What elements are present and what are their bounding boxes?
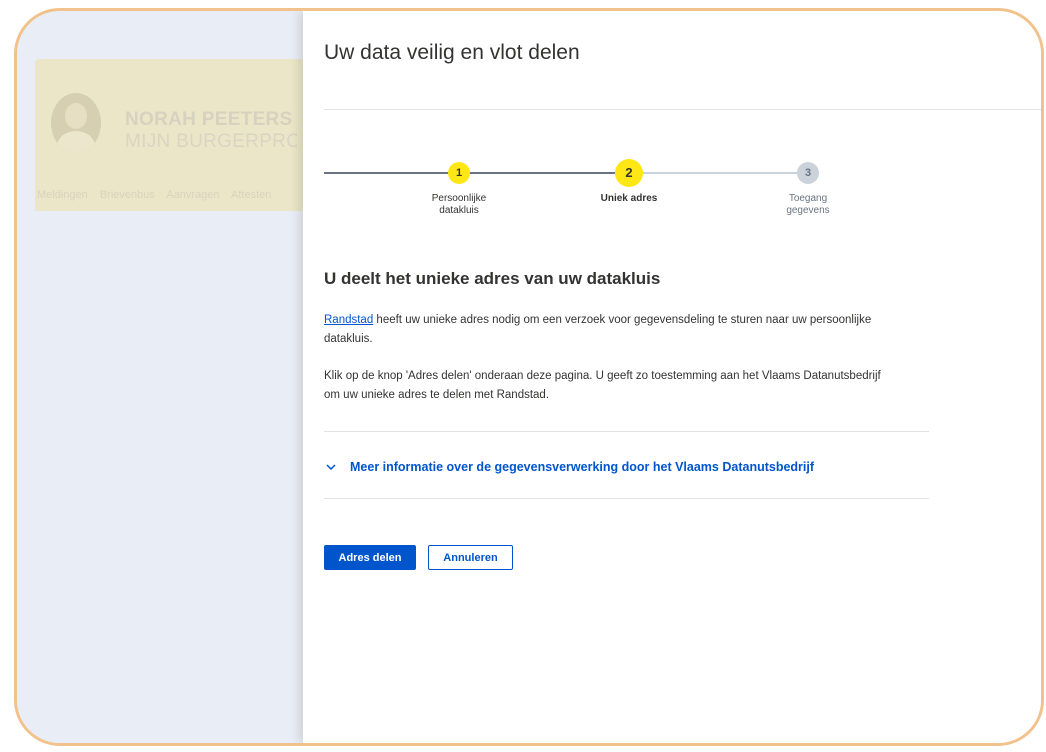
screenshot-frame: NORAH PEETERS MIJN BURGERPROFIEL Melding… [14, 8, 1044, 746]
title-divider [324, 109, 1041, 110]
step-2-label-line1: Uniek adres [600, 193, 658, 204]
step-3-label: Toegang gegevens [758, 193, 858, 217]
step-connector [324, 172, 449, 174]
step-1-label-line1: Persoonlijke [431, 193, 487, 204]
profile-nav: Meldingen Brievenbus Aanvragen Attesten [37, 189, 305, 201]
step-1-label: Persoonlijke datakluis [409, 193, 509, 217]
progress-stepper: 1 2 3 Persoonlijke datakluis Uniek adres… [324, 159, 854, 239]
step-connector [468, 172, 616, 174]
background-page: NORAH PEETERS MIJN BURGERPROFIEL Melding… [17, 11, 307, 743]
more-info-accordion[interactable]: Meer informatie over de gegevensverwerki… [324, 457, 814, 477]
section-heading: U deelt het unieke adres van uw dataklui… [324, 269, 661, 288]
step-1-indicator: 1 [448, 162, 470, 184]
step-3-label-line2: gegevens [786, 205, 830, 216]
chevron-down-icon [326, 464, 336, 471]
page-title: Uw data veilig en vlot delen [324, 41, 580, 64]
cancel-button[interactable]: Annuleren [428, 545, 513, 570]
intro-paragraph-text: heeft uw unieke adres nodig om een verzo… [324, 314, 872, 345]
instruction-paragraph: Klik op de knop 'Adres delen' onderaan d… [324, 370, 881, 401]
step-2-indicator: 2 [615, 159, 643, 187]
share-address-button[interactable]: Adres delen [324, 545, 416, 570]
share-data-panel: Uw data veilig en vlot delen 1 2 3 Perso… [303, 11, 1041, 743]
profile-name: NORAH PEETERS [125, 109, 293, 130]
nav-item-meldingen: Meldingen [37, 189, 88, 201]
step-1-label-line2: datakluis [439, 205, 479, 216]
profile-subtitle: MIJN BURGERPROFIEL [125, 131, 297, 152]
step-connector [637, 172, 811, 174]
nav-item-aanvragen: Aanvragen [166, 189, 220, 201]
nav-item-brievenbus: Brievenbus [99, 189, 155, 201]
step-3-indicator: 3 [797, 162, 819, 184]
intro-paragraph: Randstad heeft uw unieke adres nodig om … [324, 311, 884, 349]
accordion-top-divider [324, 431, 929, 432]
step-3-label-line1: Toegang [788, 193, 828, 204]
randstad-link[interactable]: Randstad [324, 314, 373, 326]
step-2-label: Uniek adres [579, 193, 679, 205]
accordion-bottom-divider [324, 498, 929, 499]
nav-item-attesten: Attesten [231, 189, 272, 201]
accordion-label: Meer informatie over de gegevensverwerki… [350, 460, 815, 474]
avatar [51, 93, 101, 153]
